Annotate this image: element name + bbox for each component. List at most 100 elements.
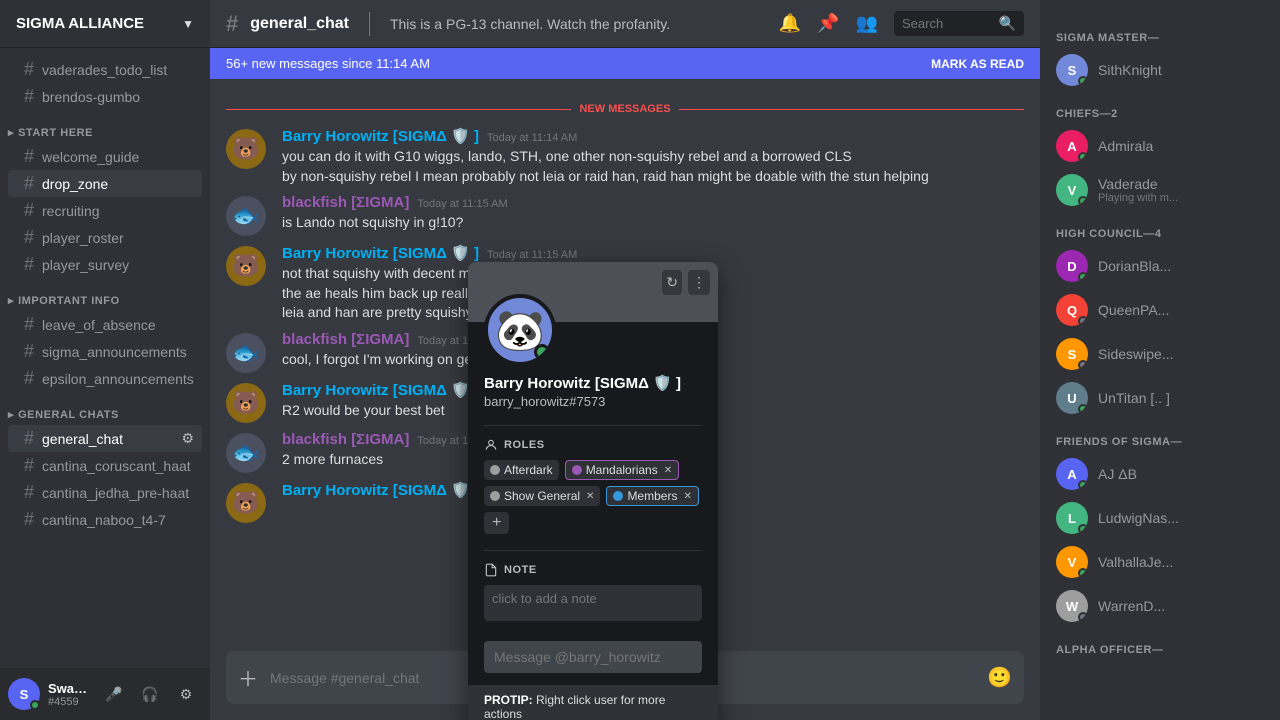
- channel-epsilon-announcements[interactable]: # epsilon_announcements: [8, 365, 202, 392]
- channel-player-survey[interactable]: # player_survey: [8, 251, 202, 278]
- hash-icon: #: [24, 254, 34, 275]
- mute-icon[interactable]: 🎤: [98, 678, 130, 710]
- members-icon[interactable]: 👥: [856, 13, 878, 34]
- category-important-info[interactable]: ▸ IMPORTANT INFO: [0, 278, 210, 311]
- list-item[interactable]: A Admirala: [1048, 124, 1272, 168]
- channel-general-chat[interactable]: # general_chat ⚙: [8, 425, 202, 452]
- category-general-chats[interactable]: ▸ GENERAL CHATS: [0, 392, 210, 425]
- role-badge-members: Members ✕: [606, 486, 698, 506]
- role-name: Mandalorians: [586, 463, 658, 477]
- channel-hash-icon: #: [226, 11, 238, 37]
- avatar-text: A: [1067, 139, 1076, 154]
- avatar-text: S: [20, 687, 29, 702]
- list-item[interactable]: S SithKnight: [1048, 48, 1272, 92]
- remove-role-icon[interactable]: ✕: [683, 491, 691, 502]
- member-name: WarrenD...: [1098, 598, 1264, 614]
- message-author[interactable]: blackfish [ΣIGMA]: [282, 194, 409, 211]
- list-item[interactable]: U UnTitan [.. ]: [1048, 376, 1272, 420]
- member-name: QueenPA...: [1098, 302, 1264, 318]
- message-author[interactable]: Barry Horowitz [SIGMΔ 🛡️ ]: [282, 127, 479, 145]
- avatar: W: [1056, 590, 1088, 622]
- avatar-area: 🐼: [468, 294, 718, 366]
- channel-label: recruiting: [42, 203, 100, 219]
- members-category-chiefs: CHIEFS—2: [1048, 92, 1272, 124]
- mark-as-read-button[interactable]: MARK AS READ: [931, 57, 1024, 71]
- channel-sigma-announcements[interactable]: # sigma_announcements: [8, 338, 202, 365]
- list-item[interactable]: Q QueenPA...: [1048, 288, 1272, 332]
- pin-icon[interactable]: 📌: [817, 13, 839, 34]
- attach-icon[interactable]: ＋: [238, 651, 258, 704]
- list-item[interactable]: S Sideswipe...: [1048, 332, 1272, 376]
- hash-icon: #: [24, 455, 34, 476]
- new-messages-banner: 56+ new messages since 11:14 AM MARK AS …: [210, 48, 1040, 79]
- avatar: 🐻: [226, 383, 266, 423]
- table-row: 🐟 blackfish [ΣIGMA] Today at 11:15 AM is…: [210, 190, 1040, 240]
- channel-item-brendos[interactable]: # brendos-gumbo: [8, 83, 202, 110]
- popup-message-input[interactable]: [484, 641, 702, 673]
- channel-leave-absence[interactable]: # leave_of_absence: [8, 311, 202, 338]
- role-badge-mandalorians: Mandalorians ✕: [565, 460, 679, 480]
- remove-role-icon[interactable]: ✕: [664, 465, 672, 476]
- refresh-icon[interactable]: ↻: [662, 270, 682, 295]
- list-item[interactable]: W WarrenD...: [1048, 584, 1272, 628]
- note-input[interactable]: click to add a note: [484, 585, 702, 621]
- list-item[interactable]: V ValhallaJe...: [1048, 540, 1272, 584]
- remove-role-icon[interactable]: ✕: [586, 491, 594, 502]
- avatar-img: 🐟: [232, 440, 259, 466]
- search-placeholder: Search: [902, 16, 943, 31]
- message-author[interactable]: blackfish [ΣIGMA]: [282, 331, 409, 348]
- search-bar[interactable]: Search 🔍: [894, 11, 1024, 36]
- add-role-button[interactable]: +: [484, 512, 509, 534]
- more-options-icon[interactable]: ⋮: [688, 270, 710, 295]
- list-item[interactable]: L LudwigNas...: [1048, 496, 1272, 540]
- channel-cantina-coruscant[interactable]: # cantina_coruscant_haat: [8, 452, 202, 479]
- hash-icon: #: [24, 482, 34, 503]
- settings-icon[interactable]: ⚙: [170, 678, 202, 710]
- hash-icon: #: [24, 428, 34, 449]
- list-item[interactable]: A AJ ΔΒ: [1048, 452, 1272, 496]
- channel-label: player_survey: [42, 257, 129, 273]
- category-label: IMPORTANT INFO: [18, 295, 120, 307]
- list-item[interactable]: V Vaderade Playing with m...: [1048, 168, 1272, 212]
- channel-recruiting[interactable]: # recruiting: [8, 197, 202, 224]
- channel-header: # general_chat This is a PG-13 channel. …: [210, 0, 1040, 48]
- channel-player-roster[interactable]: # player_roster: [8, 224, 202, 251]
- channel-item-vaderades[interactable]: # vaderades_todo_list: [8, 56, 202, 83]
- message-author[interactable]: Barry Horowitz [SIGMΔ 🛡️ ]: [282, 381, 479, 399]
- member-info: LudwigNas...: [1098, 510, 1264, 526]
- emoji-icon[interactable]: 🙂: [987, 653, 1012, 702]
- offline-dot: [1078, 612, 1088, 622]
- channel-drop-zone[interactable]: # drop_zone: [8, 170, 202, 197]
- bell-icon[interactable]: 🔔: [779, 13, 801, 34]
- channel-cantina-naboo[interactable]: # cantina_naboo_t4-7: [8, 506, 202, 533]
- header-divider: [369, 12, 370, 36]
- list-item[interactable]: D DorianBla...: [1048, 244, 1272, 288]
- avatar-text: S: [1068, 347, 1077, 362]
- hash-icon: #: [24, 227, 34, 248]
- message-content: blackfish [ΣIGMA] Today at 11:15 AM is L…: [282, 194, 1024, 236]
- settings-icon[interactable]: ⚙: [181, 430, 194, 447]
- message-text: is Lando not squishy in g!10?: [282, 213, 1024, 233]
- new-messages-divider: NEW MESSAGES: [226, 103, 1024, 115]
- member-info: ValhallaJe...: [1098, 554, 1264, 570]
- channel-cantina-jedha[interactable]: # cantina_jedha_pre-haat: [8, 479, 202, 506]
- avatar-text: L: [1068, 511, 1076, 526]
- right-sidebar: SIGMA MASTER— S SithKnight CHIEFS—2 A Ad…: [1040, 0, 1280, 720]
- message-text: you can do it with G10 wiggs, lando, STH…: [282, 147, 1024, 167]
- note-section: NOTE click to add a note: [468, 559, 718, 629]
- channel-topic: This is a PG-13 channel. Watch the profa…: [390, 16, 767, 32]
- channel-welcome-guide[interactable]: # welcome_guide: [8, 143, 202, 170]
- message-author[interactable]: blackfish [ΣIGMA]: [282, 431, 409, 448]
- avatar: 🐟: [226, 433, 266, 473]
- deafen-icon[interactable]: 🎧: [134, 678, 166, 710]
- hash-icon: #: [24, 200, 34, 221]
- avatar: D: [1056, 250, 1088, 282]
- message-author[interactable]: Barry Horowitz [SIGMΔ 🛡️ ]: [282, 481, 479, 499]
- message-author[interactable]: Barry Horowitz [SIGMΔ 🛡️ ]: [282, 244, 479, 262]
- category-start-here[interactable]: ▸ START HERE: [0, 110, 210, 143]
- protip-label: PROTIP:: [484, 693, 533, 707]
- profile-popup[interactable]: ↻ ⋮ 🐼 Barry Horowitz [SIGMΔ 🛡️ ] barry_h…: [468, 262, 718, 720]
- server-header[interactable]: SIGMA ALLIANCE ▼: [0, 0, 210, 48]
- channel-label: general_chat: [42, 431, 123, 447]
- header-icons: 🔔 📌 👥 Search 🔍: [779, 11, 1024, 36]
